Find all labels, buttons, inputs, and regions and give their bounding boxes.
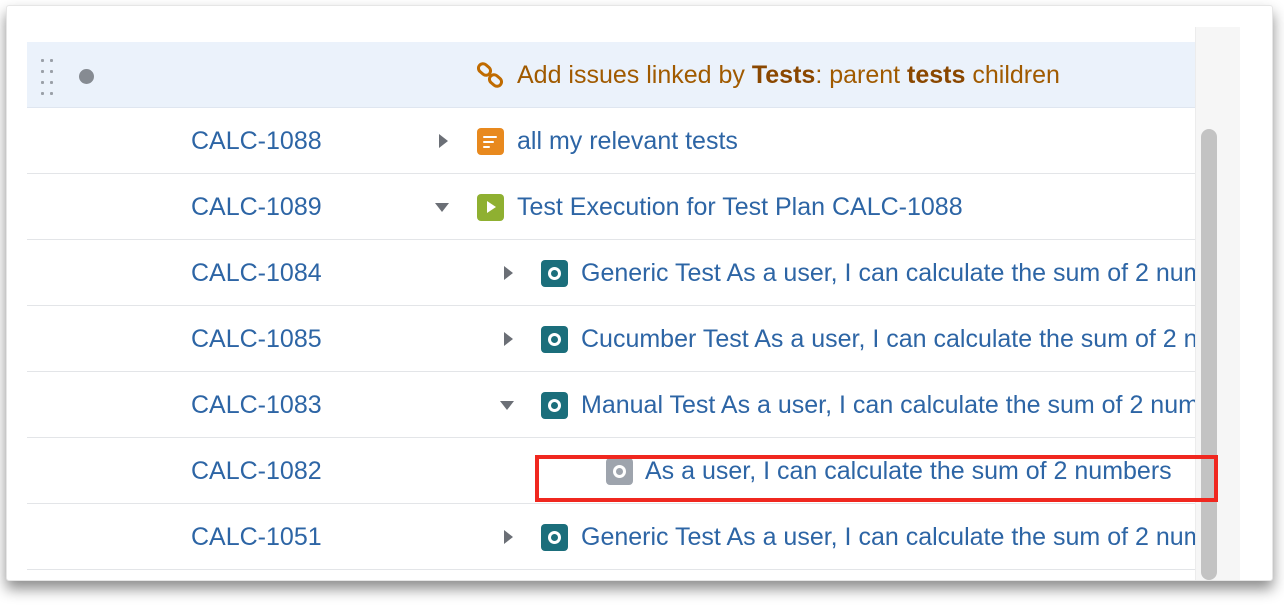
generator-parent-word: tests [907, 61, 966, 89]
issue-summary-link[interactable]: all my relevant tests [517, 108, 1195, 174]
generator-suffix: children [965, 61, 1060, 89]
test-icon [541, 326, 568, 353]
collapse-arrow-icon[interactable] [435, 203, 449, 212]
generator-row[interactable]: Add issues linked by Tests: parent tests… [27, 42, 1195, 108]
expand-arrow-icon[interactable] [504, 266, 513, 280]
test-icon [541, 524, 568, 551]
table-row[interactable]: CALC-1084 Generic Test As a user, I can … [27, 240, 1195, 306]
table-row[interactable]: CALC-1089 Test Execution for Test Plan C… [27, 174, 1195, 240]
expand-arrow-icon[interactable] [504, 332, 513, 346]
issue-key-link[interactable]: CALC-1089 [191, 174, 322, 240]
table-row[interactable]: CALC-1051 Generic Test As a user, I can … [27, 504, 1195, 570]
test-icon [541, 392, 568, 419]
issue-key-link[interactable]: CALC-1085 [191, 306, 322, 372]
issue-key-link[interactable]: CALC-1083 [191, 372, 322, 438]
generator-middle: : parent [815, 61, 908, 89]
expand-arrow-icon[interactable] [439, 134, 448, 148]
generator-label: Add issues linked by Tests: parent tests… [517, 42, 1060, 108]
drag-handle-icon[interactable] [41, 59, 57, 95]
test-execution-icon [477, 194, 504, 221]
issue-summary-link[interactable]: Manual Test As a user, I can calculate t… [581, 372, 1195, 438]
highlight-annotation [535, 455, 1218, 502]
table-row[interactable]: CALC-1088 all my relevant tests [27, 108, 1195, 174]
test-plan-icon [477, 128, 504, 155]
issue-key-link[interactable]: CALC-1088 [191, 108, 322, 174]
table-row[interactable]: CALC-1085 Cucumber Test As a user, I can… [27, 306, 1195, 372]
issue-key-link[interactable]: CALC-1051 [191, 504, 322, 570]
issue-summary-link[interactable]: Test Execution for Test Plan CALC-1088 [517, 174, 1195, 240]
test-icon [541, 260, 568, 287]
generator-prefix: Add issues linked by [517, 61, 752, 89]
table-row[interactable]: CALC-1083 Manual Test As a user, I can c… [27, 372, 1195, 438]
issue-summary-link[interactable]: Generic Test As a user, I can calculate … [581, 504, 1195, 570]
expand-arrow-icon[interactable] [504, 530, 513, 544]
collapse-arrow-icon[interactable] [500, 401, 514, 410]
issue-key-link[interactable]: CALC-1084 [191, 240, 322, 306]
scrollbar-thumb[interactable] [1201, 129, 1217, 580]
status-dot-icon [79, 69, 94, 84]
issue-summary-link[interactable]: Generic Test As a user, I can calculate … [581, 240, 1195, 306]
issue-summary-link[interactable]: Cucumber Test As a user, I can calculate… [581, 306, 1195, 372]
issue-key-link[interactable]: CALC-1082 [191, 438, 322, 504]
structure-panel: Add issues linked by Tests: parent tests… [6, 5, 1273, 581]
link-icon [476, 62, 504, 88]
generator-link-type: Tests [751, 61, 816, 89]
